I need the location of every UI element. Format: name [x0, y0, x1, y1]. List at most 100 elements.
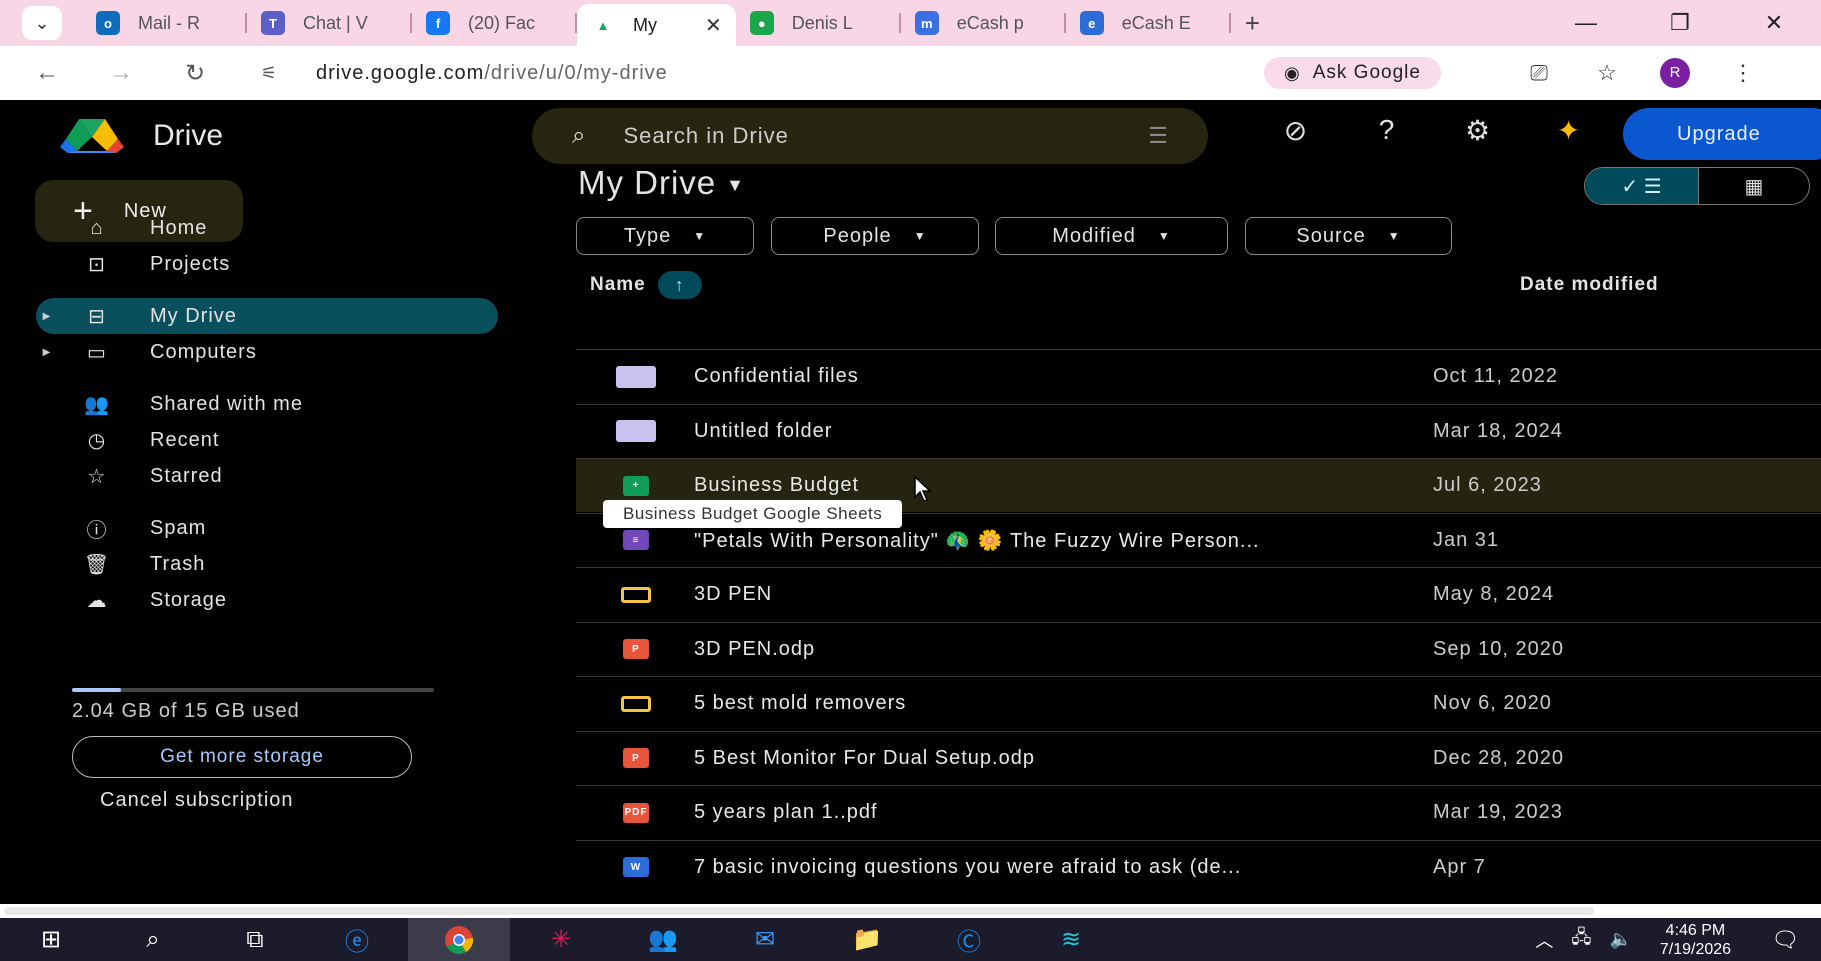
search-input[interactable]: Search in Drive — [623, 123, 788, 149]
settings-gear-icon[interactable]: ⚙ — [1432, 114, 1523, 147]
offline-ready-icon[interactable]: ⊘ — [1250, 114, 1341, 147]
sidebar-item-shared-with-me[interactable]: 👥 Shared with me — [36, 386, 498, 422]
list-view-button[interactable]: ✓ ☰ — [1585, 168, 1699, 204]
outlook-icon: o — [96, 11, 120, 35]
tray-chevron-up-icon[interactable]: ︿ — [1535, 927, 1553, 953]
expand-caret-icon[interactable]: ▶ — [36, 347, 58, 358]
sidebar-item-computers[interactable]: ▶ ▭ Computers — [36, 334, 498, 370]
wifi-app-icon[interactable]: ≋ — [1020, 918, 1122, 961]
file-name: 7 basic invoicing questions you were afr… — [694, 855, 1242, 878]
browser-tab[interactable]: ▲ My ✕ — [577, 4, 736, 46]
sidebar-item-projects[interactable]: ⊡ Projects — [36, 246, 498, 282]
filter-chip-type[interactable]: Type ▼ — [576, 217, 754, 255]
drive-logo[interactable]: Drive — [55, 117, 223, 155]
gemini-icon[interactable]: ✦ — [1523, 114, 1614, 147]
ask-google-button[interactable]: ◉ Ask Google — [1264, 57, 1441, 89]
slack-icon[interactable]: ✳ — [510, 918, 612, 961]
new-tab-button[interactable]: + — [1245, 8, 1260, 39]
expand-caret-icon[interactable]: ▶ — [36, 311, 58, 322]
tab-title: (20) Fac — [468, 12, 536, 33]
profile-avatar[interactable]: R — [1660, 58, 1690, 88]
install-app-icon[interactable]: ⎚ — [1505, 60, 1573, 86]
task-view-icon[interactable]: ⧉ — [204, 918, 306, 961]
bookmark-star-icon[interactable]: ☆ — [1573, 60, 1641, 86]
browser-tab[interactable]: T Chat | V — [247, 0, 412, 46]
file-icon-wrapper — [614, 420, 658, 442]
search-bar[interactable]: ⌕ Search in Drive ☰ — [532, 108, 1208, 164]
filter-chip-modified[interactable]: Modified ▼ — [995, 217, 1228, 255]
clock-time: 4:46 PM — [1665, 921, 1726, 939]
taskbar-clock[interactable]: 4:46 PM 7/19/2026 — [1660, 921, 1731, 959]
sidebar-item-home[interactable]: ⌂ Home — [36, 210, 498, 246]
browser-tab[interactable]: m eCash p — [901, 0, 1066, 46]
outlook-taskbar-icon[interactable]: ✉ — [714, 918, 816, 961]
file-date-modified: Mar 18, 2024 — [1433, 419, 1563, 442]
browser-tab[interactable]: f (20) Fac — [412, 0, 577, 46]
notification-icon[interactable]: 🗨 — [1771, 927, 1799, 953]
file-row[interactable]: 5 best mold removers Nov 6, 2020 — [576, 676, 1821, 730]
file-name: 3D PEN.odp — [694, 637, 816, 660]
file-row[interactable]: P 5 Best Monitor For Dual Setup.odp Dec 28… — [576, 730, 1821, 785]
name-column-header[interactable]: Name ↑ — [590, 266, 702, 304]
tab-search-button[interactable]: ⌄ — [22, 6, 62, 40]
filter-chip-source[interactable]: Source ▼ — [1245, 217, 1452, 255]
file-row[interactable]: W 7 basic invoicing questions you were af… — [576, 839, 1821, 894]
sidebar-item-label: Shared with me — [150, 392, 303, 415]
windows-start-icon[interactable]: ⊞ — [0, 918, 102, 961]
date-modified-column-header[interactable]: Date modified — [1520, 266, 1659, 304]
get-more-storage-button[interactable]: Get more storage — [72, 736, 412, 778]
chevron-down-icon: ▼ — [726, 174, 745, 195]
grid-view-button[interactable]: ▦ — [1699, 168, 1809, 204]
site-info-icon[interactable]: ⚟ — [232, 63, 306, 84]
taskbar-search-icon[interactable]: ⌕ — [102, 918, 204, 961]
forms-icon: ≡ — [623, 530, 649, 550]
minimize-icon[interactable]: — — [1539, 0, 1633, 46]
volume-icon[interactable]: 🔈 — [1609, 929, 1631, 950]
search-options-icon[interactable]: ☰ — [1148, 123, 1168, 149]
teams-icon[interactable]: 👥 — [612, 918, 714, 961]
file-row[interactable]: Confidential files Oct 11, 2022 — [576, 349, 1821, 403]
browser-tab[interactable]: ● Denis L — [736, 0, 901, 46]
drive-logo-icon — [60, 119, 124, 153]
url-field[interactable]: drive.google.com/drive/u/0/my-drive — [316, 62, 668, 85]
search-icon: ⌕ — [572, 122, 586, 149]
cancel-subscription-link[interactable]: Cancel subscription — [100, 789, 294, 812]
file-row[interactable]: P 3D PEN.odp Sep 10, 2020 — [576, 621, 1821, 676]
browser-menu-icon[interactable]: ⋮ — [1709, 60, 1777, 86]
browser-tab[interactable]: o Mail - R — [82, 0, 247, 46]
sidebar-item-storage[interactable]: ☁ Storage — [36, 582, 498, 618]
file-row[interactable]: 3D PEN May 8, 2024 — [576, 567, 1821, 621]
teams-icon: T — [261, 11, 285, 35]
reload-icon[interactable]: ↻ — [158, 59, 232, 88]
upgrade-button[interactable]: Upgrade — [1623, 108, 1821, 160]
file-explorer-icon[interactable]: 📁 — [816, 918, 918, 961]
chrome-icon[interactable] — [408, 918, 510, 961]
window-controls: — ❐ ✕ — [1539, 0, 1821, 46]
back-icon[interactable]: ← — [10, 59, 84, 87]
sidebar-item-spam[interactable]: ⓘ Spam — [36, 510, 498, 546]
file-row[interactable]: Untitled folder Mar 18, 2024 — [576, 403, 1821, 458]
close-window-icon[interactable]: ✕ — [1727, 0, 1821, 46]
file-date-modified: Jul 6, 2023 — [1433, 474, 1542, 496]
file-row[interactable]: PDF 5 years plan 1..pdf Mar 19, 2023 — [576, 785, 1821, 839]
file-icon-wrapper — [614, 695, 658, 712]
restore-icon[interactable]: ❐ — [1633, 0, 1727, 46]
network-icon[interactable]: 🖧 — [1571, 925, 1591, 955]
sort-ascending-icon[interactable]: ↑ — [657, 271, 702, 299]
scrollbar-thumb[interactable] — [4, 907, 1594, 915]
view-toggle: ✓ ☰ ▦ — [1584, 167, 1810, 205]
internet-explorer-icon[interactable]: ⓔ — [306, 918, 408, 961]
file-icon-wrapper — [614, 586, 658, 603]
horizontal-scrollbar[interactable] — [0, 904, 1821, 918]
page-title[interactable]: My Drive ▼ — [578, 164, 745, 202]
sidebar-item-trash[interactable]: 🗑 Trash — [36, 546, 498, 582]
close-tab-icon[interactable]: ✕ — [705, 13, 722, 38]
help-icon[interactable]: ? — [1341, 114, 1432, 147]
sidebar-item-my-drive[interactable]: ▶ ⊟ My Drive — [36, 298, 498, 334]
sidebar-item-starred[interactable]: ☆ Starred — [36, 458, 498, 494]
sidebar-item-label: My Drive — [150, 304, 237, 327]
browser-tab[interactable]: e eCash E — [1066, 0, 1231, 46]
filter-chip-people[interactable]: People ▼ — [771, 217, 979, 255]
ccleaner-icon[interactable]: Ⓒ — [918, 918, 1020, 961]
sidebar-item-recent[interactable]: ◷ Recent — [36, 422, 498, 458]
